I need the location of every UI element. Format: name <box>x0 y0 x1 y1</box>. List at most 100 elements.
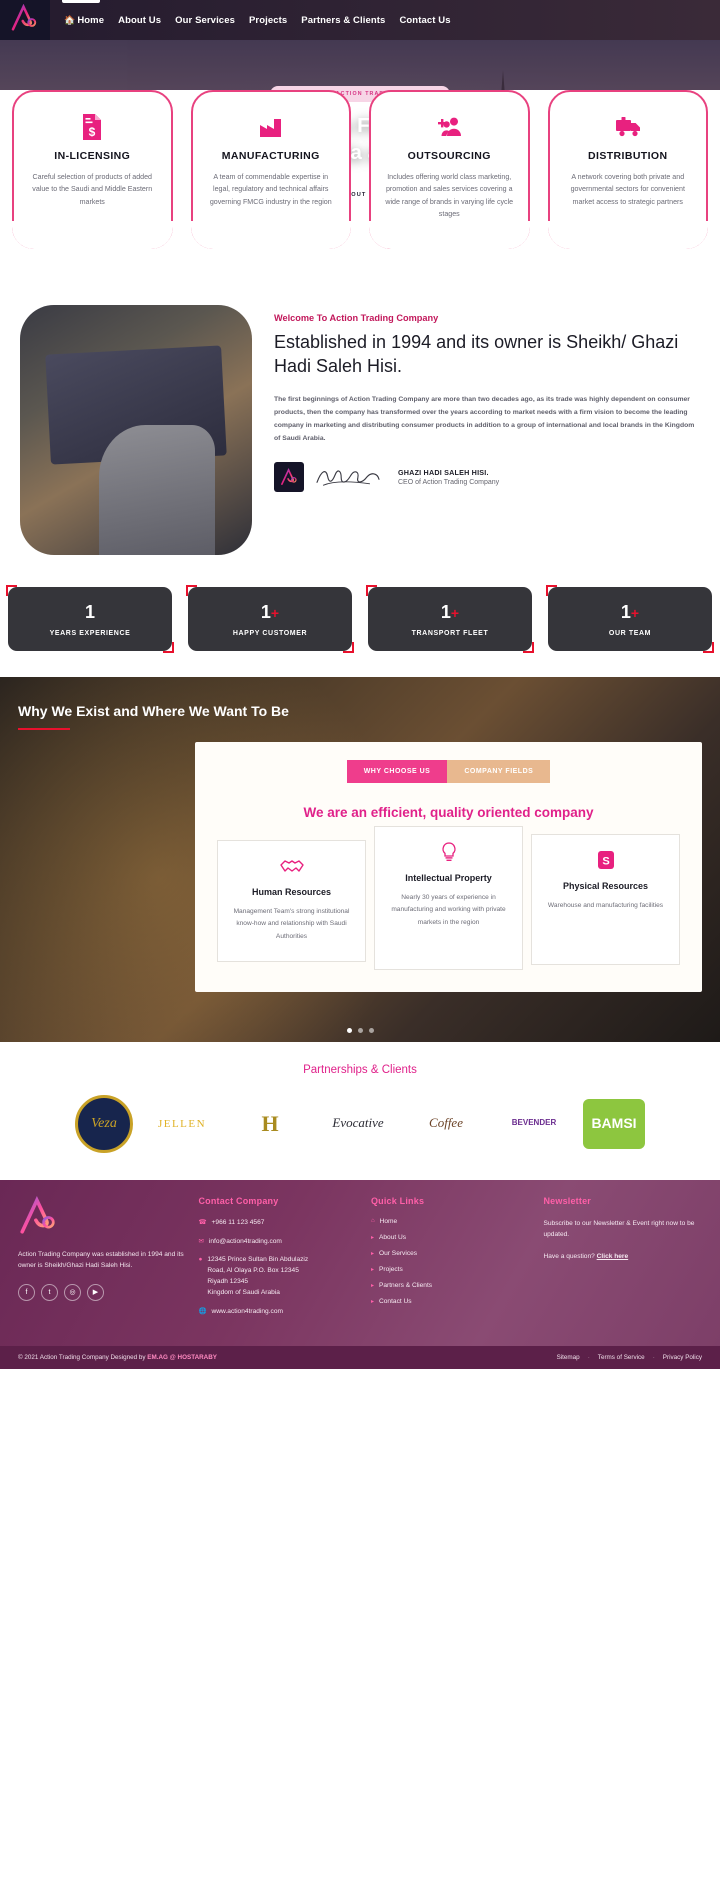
footer-link-sitemap[interactable]: Sitemap <box>557 1354 580 1361</box>
footer-email-text: info@action4trading.com <box>208 1237 282 1245</box>
company-logo-mark <box>274 461 304 492</box>
site-footer: Action Trading Company was established i… <box>0 1179 720 1346</box>
facebook-icon[interactable]: f <box>18 1283 35 1301</box>
copyright-prefix: © 2021 Action Trading Company Designed b… <box>18 1353 148 1361</box>
why-card-title: Physical Resources <box>562 880 649 891</box>
chevron-right-icon: ▸ <box>370 1266 374 1273</box>
chevron-right-icon: ▸ <box>370 1282 374 1289</box>
nav-item-about-us-label: About Us <box>118 14 162 26</box>
partners-title: Partnerships & Clients <box>303 1063 417 1076</box>
service-card-distribution[interactable]: DISTRIBUTION A network covering both pri… <box>547 90 708 249</box>
footer-contact-heading: Contact Company <box>198 1195 279 1206</box>
nav-item-home[interactable]: 🏠 Home <box>64 15 104 26</box>
about-eyebrow: Welcome To Action Trading Company <box>274 312 439 323</box>
why-card-title: Human Resources <box>251 886 332 897</box>
separator-dot: · <box>652 1353 655 1361</box>
service-title: DISTRIBUTION <box>588 150 668 162</box>
nav-item-about-us[interactable]: About Us <box>118 15 161 26</box>
address-line-3: Riyadh 12345 <box>207 1278 249 1286</box>
instagram-icon[interactable]: ◎ <box>64 1283 81 1301</box>
youtube-icon[interactable]: ▶ <box>87 1283 104 1301</box>
footer-columns: Action Trading Company was established i… <box>18 1196 702 1326</box>
footer-social-links: f t ◎ ▶ <box>18 1283 184 1301</box>
nav-item-contact-us[interactable]: Contact Us <box>399 15 450 26</box>
footer-link-home[interactable]: ⌂ Home <box>371 1218 530 1225</box>
why-panel: WHY CHOOSE US COMPANY FIELDS We are an e… <box>195 741 702 992</box>
home-icon: 🏠 <box>64 14 76 25</box>
footer-link-label: Contact Us <box>378 1297 412 1305</box>
footer-about-text: Action Trading Company was established i… <box>18 1250 184 1270</box>
footer-link-label: Home <box>379 1217 398 1225</box>
bamsi-logo[interactable]: BAMSI <box>583 1098 645 1149</box>
service-description: A team of commendable expertise in legal… <box>209 173 332 206</box>
footer-address: ● 12345 Prince Sultan Bin Abdulaziz Road… <box>198 1255 357 1299</box>
site-logo[interactable] <box>0 0 50 40</box>
ceo-details: GHAZI HADI SALEH HISI. CEO of Action Tra… <box>398 468 499 486</box>
footer-newsletter-link[interactable]: Click here <box>597 1253 629 1260</box>
tab-company-fields[interactable]: COMPANY FIELDS <box>447 759 551 783</box>
ceo-signature-icon <box>314 465 382 489</box>
footer-bottom-links: Sitemap · Terms of Service · Privacy Pol… <box>557 1354 702 1361</box>
designer-brand[interactable]: EM.AG @ HOSTARABY <box>147 1354 217 1361</box>
about-paragraph: The first beginnings of Action Trading C… <box>274 395 695 443</box>
carousel-dot-2[interactable] <box>357 1027 363 1033</box>
service-description: A network covering both private and gove… <box>570 173 685 206</box>
service-card-manufacturing[interactable]: MANUFACTURING A team of commendable expe… <box>190 90 351 249</box>
footer-newsletter-column: Newsletter Subscribe to our Newsletter &… <box>543 1196 702 1326</box>
h-point-style-logo[interactable]: H <box>231 1094 309 1154</box>
address-line-2: Road, Al Olaya P.O. Box 12345 <box>207 1267 299 1275</box>
footer-website[interactable]: 🌐 www.action4trading.com <box>198 1307 357 1318</box>
ceo-signature-row: GHAZI HADI SALEH HISI. CEO of Action Tra… <box>274 461 700 492</box>
about-section: Welcome To Action Trading Company Establ… <box>0 279 720 565</box>
footer-newsletter-text: Subscribe to our Newsletter & Event righ… <box>543 1219 695 1239</box>
stat-value: 1+ <box>194 603 346 621</box>
evocative-logo[interactable]: Evocative <box>319 1094 397 1154</box>
service-title: OUTSOURCING <box>407 150 491 162</box>
stat-years-experience: 1 YEARS EXPERIENCE <box>6 584 174 653</box>
nav-item-partners-clients[interactable]: Partners & Clients <box>301 15 385 26</box>
ceo-role: CEO of Action Trading Company <box>398 478 500 486</box>
nav-item-projects[interactable]: Projects <box>249 15 287 26</box>
nav-item-partners-clients-label: Partners & Clients <box>301 14 386 26</box>
service-card-list: $ IN-LICENSING Careful selection of prod… <box>0 90 720 249</box>
footer-link-terms-of-service[interactable]: Terms of Service <box>598 1354 645 1361</box>
footer-logo[interactable] <box>18 1195 184 1241</box>
stat-plus: + <box>450 604 460 621</box>
delivery-truck-icon <box>615 114 641 140</box>
top-navbar: 🏠 Home About Us Our Services Projects Pa… <box>0 0 720 40</box>
lightbulb-icon <box>384 841 513 863</box>
nav-links: 🏠 Home About Us Our Services Projects Pa… <box>64 15 451 26</box>
footer-link-our-services[interactable]: ▸ Our Services <box>371 1250 530 1257</box>
footer-contact-column: Contact Company ☎ +966 11 123 4567 ✉ inf… <box>198 1196 357 1326</box>
veza-logo[interactable]: Veza <box>75 1094 133 1153</box>
twitter-icon[interactable]: t <box>41 1283 58 1301</box>
partners-logo-row: Veza JELLEN H Evocative Coffee BEVENDER … <box>0 1094 720 1154</box>
coffee-logo[interactable]: Coffee <box>407 1094 485 1154</box>
footer-link-privacy-policy[interactable]: Privacy Policy <box>663 1354 702 1361</box>
bevender-logo[interactable]: BEVENDER <box>495 1094 573 1154</box>
why-tabs: WHY CHOOSE US COMPANY FIELDS <box>211 759 686 783</box>
stat-our-team: 1+ OUR TEAM <box>546 584 714 653</box>
nav-active-indicator <box>62 0 100 3</box>
footer-link-projects[interactable]: ▸ Projects <box>371 1266 530 1273</box>
nav-item-our-services[interactable]: Our Services <box>175 15 235 26</box>
footer-link-partners-clients[interactable]: ▸ Partners & Clients <box>371 1282 530 1289</box>
tab-why-choose-us[interactable]: WHY CHOOSE US <box>346 759 448 783</box>
service-card-outsourcing[interactable]: OUTSOURCING Includes offering world clas… <box>369 90 530 249</box>
footer-phone[interactable]: ☎ +966 11 123 4567 <box>198 1218 357 1229</box>
stat-label: HAPPY CUSTOMER <box>232 629 308 637</box>
service-title: MANUFACTURING <box>221 150 320 162</box>
footer-phone-text: +966 11 123 4567 <box>211 1218 265 1226</box>
stat-label: YEARS EXPERIENCE <box>49 629 131 637</box>
jellen-logo[interactable]: JELLEN <box>143 1094 221 1154</box>
footer-link-about-us[interactable]: ▸ About Us <box>371 1234 530 1241</box>
address-line-1: 12345 Prince Sultan Bin Abdulaziz <box>207 1256 309 1264</box>
footer-address-lines: 12345 Prince Sultan Bin Abdulaziz Road, … <box>207 1255 308 1299</box>
carousel-dot-3[interactable] <box>368 1027 374 1033</box>
address-line-4: Kingdom of Saudi Arabia <box>207 1289 280 1296</box>
footer-link-contact-us[interactable]: ▸ Contact Us <box>371 1298 530 1305</box>
footer-email[interactable]: ✉ info@action4trading.com <box>198 1237 357 1248</box>
carousel-dot-1[interactable] <box>346 1027 352 1033</box>
service-card-in-licensing[interactable]: $ IN-LICENSING Careful selection of prod… <box>12 90 173 249</box>
stat-transport-fleet: 1+ TRANSPORT FLEET <box>366 584 534 653</box>
